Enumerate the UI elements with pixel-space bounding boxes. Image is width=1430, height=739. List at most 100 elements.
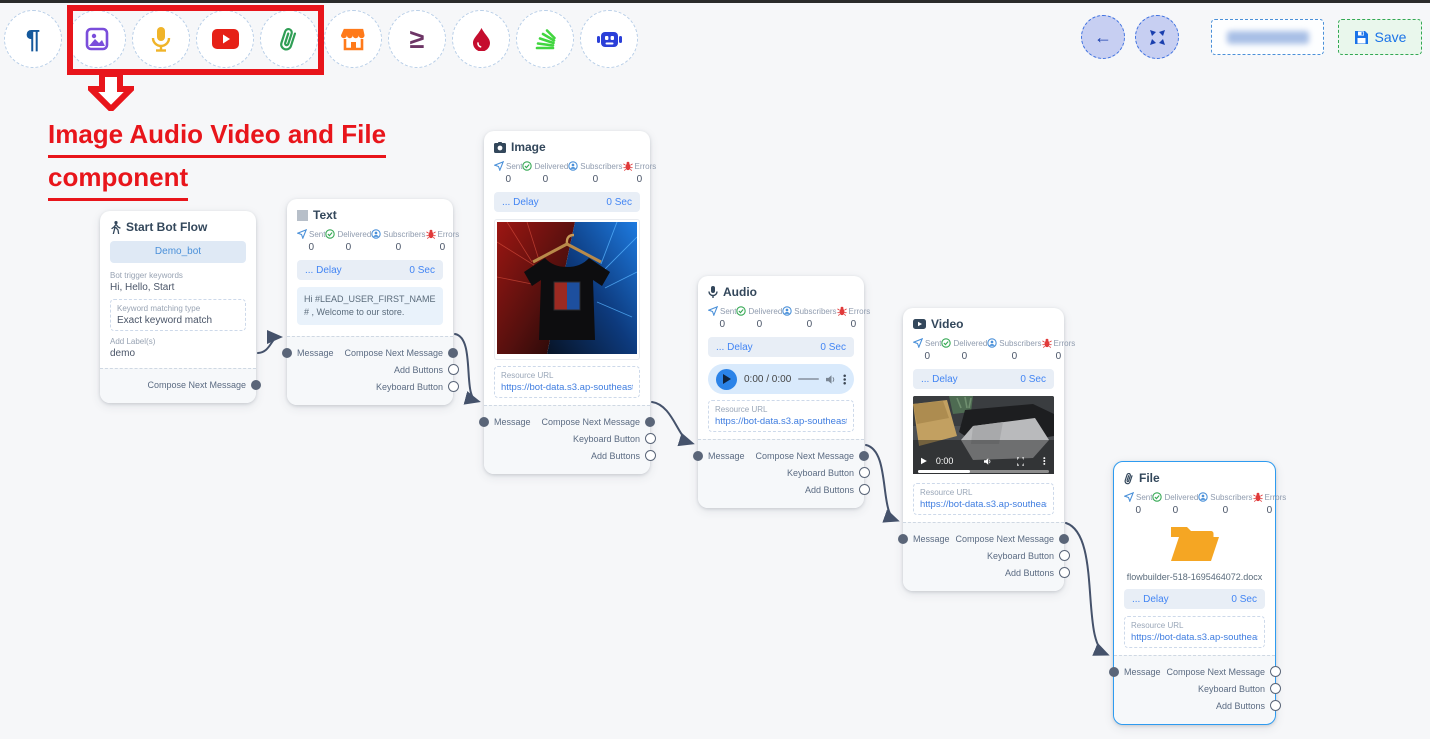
port-compose-out[interactable] bbox=[448, 348, 458, 358]
node-start-bot-flow[interactable]: Start Bot Flow Demo_bot Bot trigger keyw… bbox=[100, 211, 256, 403]
port-add-buttons[interactable] bbox=[859, 484, 870, 495]
labels-value[interactable]: demo bbox=[110, 348, 246, 359]
sequence-component-button[interactable] bbox=[516, 10, 574, 68]
back-button[interactable]: ← bbox=[1081, 15, 1125, 59]
kebab-menu-icon[interactable] bbox=[843, 373, 846, 386]
port-keyboard-button[interactable] bbox=[859, 467, 870, 478]
port-add-buttons[interactable] bbox=[645, 450, 656, 461]
image-node-icon bbox=[494, 142, 506, 153]
text-component-button[interactable]: ¶ bbox=[4, 10, 62, 68]
stats-row: Sent0 Delivered0 Subscribers0 Errors0 bbox=[708, 306, 854, 330]
node-title-label: Audio bbox=[723, 285, 757, 299]
video-time: 0:00 bbox=[936, 456, 954, 466]
fit-view-button[interactable] bbox=[1135, 15, 1179, 59]
delay-bar[interactable]: ... Delay 0 Sec bbox=[494, 192, 640, 212]
resource-url-link[interactable]: https://bot-data.s3.ap-southeast-1.wasab… bbox=[920, 499, 1047, 510]
image-preview[interactable] bbox=[494, 219, 640, 360]
port-message-in[interactable] bbox=[693, 451, 703, 461]
resource-url-link[interactable]: https://bot-data.s3.ap-southeast-1.wasab… bbox=[501, 382, 633, 393]
port-message-in[interactable] bbox=[898, 534, 908, 544]
message-text[interactable]: Hi #LEAD_USER_FIRST_NAME# , Welcome to o… bbox=[297, 287, 443, 325]
annotation-text: Image Audio Video and File component bbox=[48, 115, 386, 201]
port-message-in[interactable] bbox=[479, 417, 489, 427]
save-button[interactable]: Save bbox=[1338, 19, 1422, 55]
stat-label: Subscribers bbox=[999, 339, 1041, 348]
file-component-button[interactable] bbox=[260, 10, 318, 68]
stat-value: 0 bbox=[623, 174, 657, 185]
node-audio[interactable]: Audio Sent0 Delivered0 Subscribers0 Erro… bbox=[698, 276, 864, 508]
delay-value: 0 Sec bbox=[1231, 594, 1257, 605]
node-image[interactable]: Image Sent0 Delivered0 Subscribers0 Erro… bbox=[484, 131, 650, 474]
port-compose-out[interactable] bbox=[1270, 666, 1281, 677]
play-icon[interactable] bbox=[921, 456, 927, 466]
stat-label: Delivered bbox=[953, 339, 987, 348]
resource-url-box: Resource URL https://bot-data.s3.ap-sout… bbox=[913, 483, 1054, 515]
volume-icon[interactable] bbox=[826, 374, 836, 385]
volume-icon[interactable] bbox=[984, 456, 992, 467]
bot-component-button[interactable] bbox=[580, 10, 638, 68]
stat-value: 0 bbox=[987, 351, 1041, 362]
port-label: Add Buttons bbox=[394, 365, 443, 375]
paperclip-icon bbox=[279, 26, 299, 52]
audio-component-button[interactable] bbox=[132, 10, 190, 68]
keyword-matching-box[interactable]: Keyword matching type Exact keyword matc… bbox=[110, 299, 246, 331]
youtube-icon bbox=[212, 29, 239, 49]
port-message-in[interactable] bbox=[1109, 667, 1119, 677]
stack-icon bbox=[533, 27, 557, 51]
audio-player[interactable]: 0:00 / 0:00 bbox=[708, 364, 854, 394]
video-player[interactable]: 0:00 bbox=[913, 396, 1054, 477]
stat-label: Subscribers bbox=[794, 307, 836, 316]
resource-url-link[interactable]: https://bot-data.s3.ap-southeast-1.wasab… bbox=[1131, 632, 1258, 643]
bot-name-field[interactable]: Demo_bot bbox=[110, 241, 246, 263]
stat-value: 0 bbox=[426, 242, 460, 253]
port-add-buttons[interactable] bbox=[1270, 700, 1281, 711]
keyword-matching-value: Exact keyword match bbox=[117, 315, 239, 326]
image-component-button[interactable] bbox=[68, 10, 126, 68]
video-component-button[interactable] bbox=[196, 10, 254, 68]
resource-url-link[interactable]: https://bot-data.s3.ap-southeast-1.wasab… bbox=[715, 416, 847, 427]
node-video[interactable]: Video Sent0 Delivered0 Subscribers0 Erro… bbox=[903, 308, 1064, 591]
file-preview bbox=[1124, 523, 1265, 566]
node-text[interactable]: Text Sent0 Delivered0 Subscribers0 Error… bbox=[287, 199, 453, 405]
video-controls[interactable]: 0:00 bbox=[913, 455, 1054, 467]
port-compose-out[interactable] bbox=[1059, 534, 1069, 544]
port-compose-out[interactable] bbox=[251, 380, 261, 390]
port-message-in[interactable] bbox=[282, 348, 292, 358]
stat-value: 0 bbox=[1253, 505, 1287, 516]
delay-bar[interactable]: ... Delay 0 Sec bbox=[708, 337, 854, 357]
ecommerce-component-button[interactable] bbox=[324, 10, 382, 68]
errors-icon bbox=[837, 306, 847, 316]
port-keyboard-button[interactable] bbox=[448, 381, 459, 392]
port-keyboard-button[interactable] bbox=[645, 433, 656, 444]
connector-audio-to-video bbox=[866, 445, 896, 520]
play-button[interactable] bbox=[716, 369, 737, 390]
delay-bar[interactable]: ... Delay 0 Sec bbox=[297, 260, 443, 280]
audio-progress[interactable] bbox=[798, 378, 818, 380]
port-label: Keyboard Button bbox=[987, 551, 1054, 561]
delay-bar[interactable]: ... Delay 0 Sec bbox=[1124, 589, 1265, 609]
field-label: Bot trigger keywords bbox=[110, 271, 246, 280]
kebab-menu-icon[interactable] bbox=[1043, 455, 1046, 467]
condition-component-button[interactable]: ≥ bbox=[388, 10, 446, 68]
port-compose-out[interactable] bbox=[859, 451, 869, 461]
node-title-label: Start Bot Flow bbox=[126, 220, 207, 234]
delay-bar[interactable]: ... Delay 0 Sec bbox=[913, 369, 1054, 389]
stat-label: Subscribers bbox=[383, 230, 425, 239]
port-add-buttons[interactable] bbox=[448, 364, 459, 375]
redacted-button[interactable] bbox=[1211, 19, 1324, 55]
port-compose-out[interactable] bbox=[645, 417, 655, 427]
drip-component-button[interactable] bbox=[452, 10, 510, 68]
port-add-buttons[interactable] bbox=[1059, 567, 1070, 578]
port-label: Keyboard Button bbox=[376, 382, 443, 392]
video-progress[interactable] bbox=[918, 470, 1049, 473]
stat-value: 0 bbox=[1198, 505, 1252, 516]
stat-label: Sent bbox=[925, 339, 941, 348]
delivered-icon bbox=[1152, 492, 1162, 502]
resource-url-label: Resource URL bbox=[501, 371, 633, 380]
node-file[interactable]: File Sent0 Delivered0 Subscribers0 Error… bbox=[1113, 461, 1276, 725]
port-keyboard-button[interactable] bbox=[1059, 550, 1070, 561]
trigger-keywords-value[interactable]: Hi, Hello, Start bbox=[110, 282, 246, 293]
port-keyboard-button[interactable] bbox=[1270, 683, 1281, 694]
fullscreen-icon[interactable] bbox=[1017, 456, 1024, 467]
delay-label: ... Delay bbox=[716, 342, 753, 353]
